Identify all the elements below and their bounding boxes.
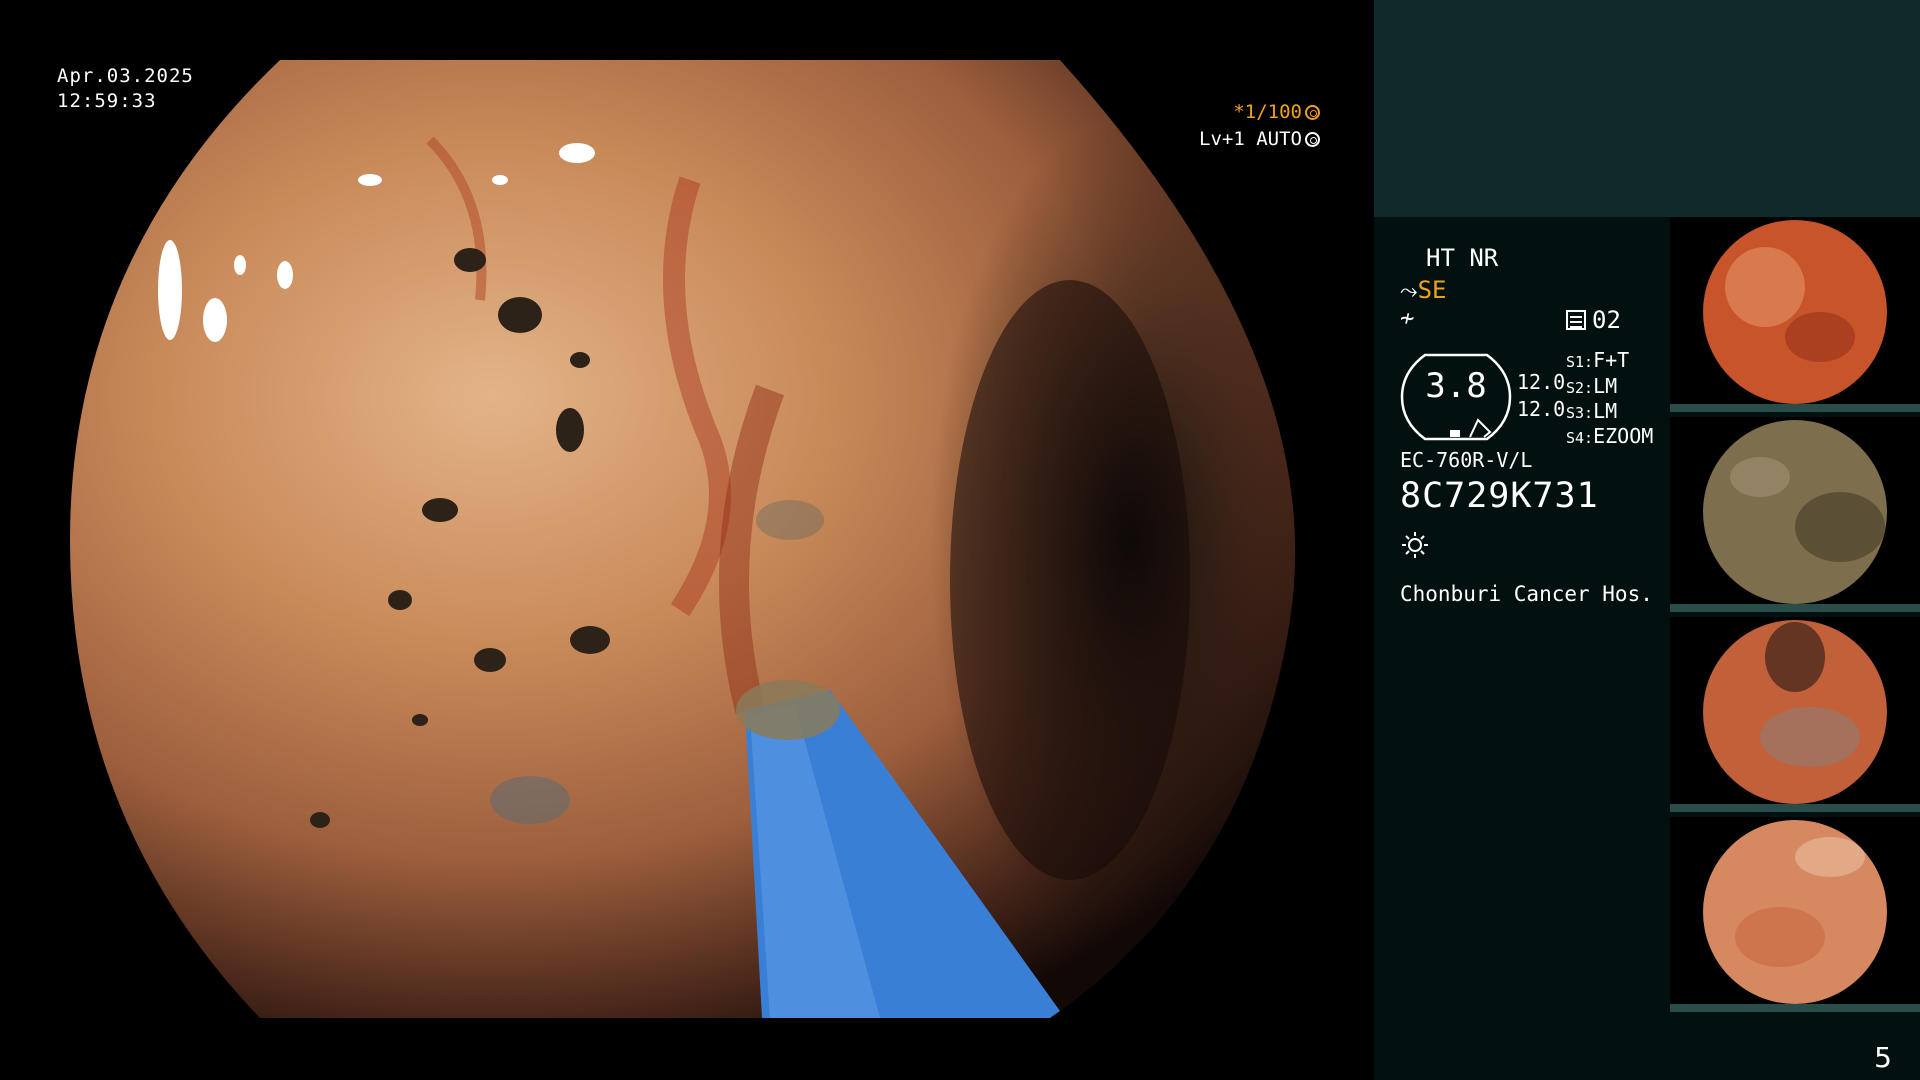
structure-enhancement-row: ⤳SE xyxy=(1400,276,1447,304)
zoom-value: 3.8 xyxy=(1425,366,1487,406)
capture-datetime: Apr.03.2025 12:59:33 xyxy=(57,64,194,114)
thumbnail-label-strip xyxy=(1670,804,1920,812)
shutter-icon xyxy=(1305,105,1320,120)
thumbnail-capture-2[interactable] xyxy=(1670,417,1920,612)
thumbnail-capture-1[interactable] xyxy=(1670,217,1920,412)
endoscope-live-view xyxy=(50,60,1315,1018)
setting-value-2: 12.0 xyxy=(1517,397,1566,421)
memory-slot: 02 xyxy=(1566,306,1621,334)
thumbnail-label-strip xyxy=(1670,1004,1920,1012)
exposure-level: Lv+1 AUTO xyxy=(1199,128,1302,150)
switch-s2: S2:LM xyxy=(1566,374,1618,398)
switch-s1: S1:F+T xyxy=(1566,348,1630,372)
brightness-icon xyxy=(1400,530,1430,560)
thumbnail-capture-3[interactable] xyxy=(1670,617,1920,812)
capture-date: Apr.03.2025 xyxy=(57,65,194,87)
shutter-speed: *1/100 xyxy=(1233,101,1302,123)
exposure-readout: *1/100 Lv+1 AUTO xyxy=(1199,99,1320,153)
enhancement-icon: ⤳ xyxy=(1400,279,1418,304)
scope-model: EC-760R-V/L xyxy=(1400,448,1533,472)
ht-nr-label: HT NR xyxy=(1426,244,1499,272)
panel-header-area xyxy=(1374,0,1920,217)
thumbnail-capture-4[interactable] xyxy=(1670,817,1920,1012)
switch-s3: S3:LM xyxy=(1566,399,1618,423)
capture-time: 12:59:33 xyxy=(57,90,157,112)
thumbnail-label-strip xyxy=(1670,604,1920,612)
switch-s4: S4:EZOOM xyxy=(1566,424,1654,448)
auto-exposure-icon xyxy=(1305,132,1320,147)
endoscopy-screen: Apr.03.2025 12:59:33 *1/100 Lv+1 AUTO HT… xyxy=(0,0,1920,1080)
memory-icon xyxy=(1566,310,1586,330)
filter-icon: ≁ xyxy=(1400,304,1415,332)
memory-number: 02 xyxy=(1592,306,1621,334)
se-label: SE xyxy=(1417,276,1447,304)
thumbnail-label-strip xyxy=(1670,404,1920,412)
page-number: 5 xyxy=(1874,1041,1892,1074)
hospital-name: Chonburi Cancer Hos. xyxy=(1400,582,1653,606)
setting-value-1: 12.0 xyxy=(1517,370,1566,394)
scope-serial: 8C729K731 xyxy=(1400,476,1599,516)
